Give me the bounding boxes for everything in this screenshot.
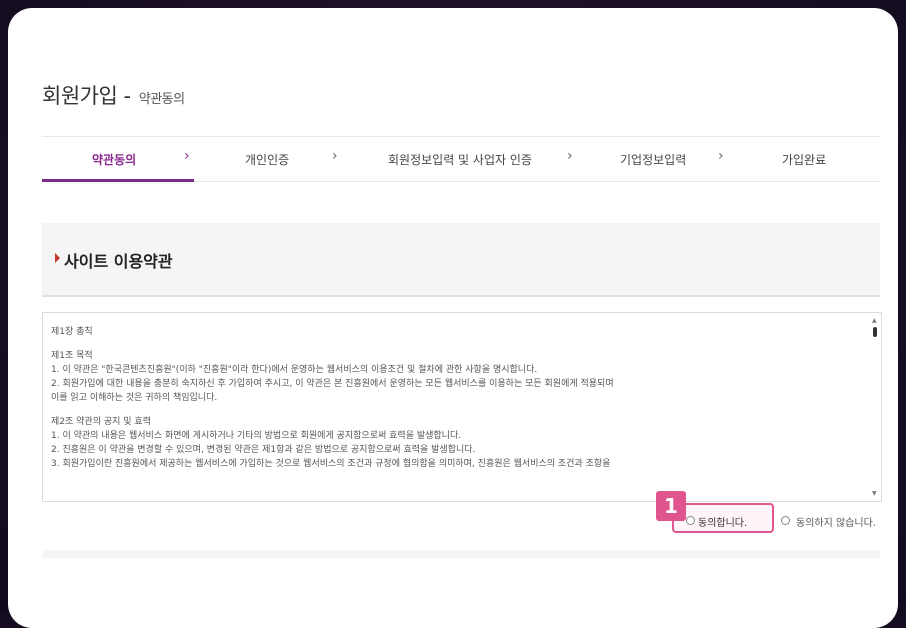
active-step-underline	[42, 179, 194, 182]
signup-steps: 약관동의 › 개인인증 › 회원정보입력 및 사업자 인증 › 기업정보입력 ›…	[42, 136, 880, 182]
terms-line: 2. 회원가입에 대한 내용을 충분히 숙지하신 후 가입하여 주시고, 이 약…	[51, 379, 614, 389]
terms-line: 2. 진흥원은 이 약관을 변경할 수 있으며, 변경된 약관은 제1항과 같은…	[51, 445, 476, 455]
terms-line: 1. 이 약관은 "한국콘텐츠진흥원"(이하 "진흥원"이라 한다)에서 운영하…	[51, 365, 538, 375]
agree-radio[interactable]	[686, 516, 695, 525]
chevron-right-icon: ›	[567, 148, 573, 164]
chevron-right-icon: ›	[718, 148, 724, 164]
terms-line: 3. 회원가입이란 진흥원에서 제공하는 웹서비스에 가입하는 것으로 웹서비스…	[51, 459, 611, 469]
page-title-text: 회원가입 -	[42, 84, 131, 108]
section-title: 사이트 이용약관	[64, 252, 173, 271]
step-member-info: 회원정보입력 및 사업자 인증	[388, 153, 532, 167]
scroll-up-icon[interactable]: ▲	[872, 317, 877, 324]
disagree-label[interactable]: 동의하지 않습니다.	[796, 514, 876, 529]
terms-line: 제1장 총칙	[51, 327, 93, 337]
terms-gap	[51, 405, 863, 415]
section-header: 사이트 이용약관	[42, 223, 880, 297]
scroll-down-icon[interactable]: ▼	[872, 490, 877, 497]
agree-label[interactable]: 동의합니다.	[698, 514, 747, 529]
terms-scrollbar[interactable]: ▲ ▼	[869, 313, 881, 501]
disagree-radio[interactable]	[781, 516, 790, 525]
terms-line: 1. 이 약관의 내용은 웹서비스 화면에 게시하거나 기타의 방법으로 회원에…	[51, 431, 462, 441]
triangle-marker-icon	[55, 253, 60, 263]
terms-gap	[51, 339, 863, 349]
terms-line: 이를 읽고 이해하는 것은 귀하의 책임입니다.	[51, 393, 218, 403]
page-title: 회원가입 - 약관동의	[42, 80, 185, 110]
terms-line: 제1조 목적	[51, 351, 93, 361]
step-identity-verification: 개인인증	[245, 153, 290, 167]
step-number-badge: 1	[656, 491, 686, 521]
chevron-right-icon: ›	[184, 148, 190, 164]
step-complete: 가입완료	[782, 153, 827, 167]
step-company-info: 기업정보입력	[620, 153, 687, 167]
bottom-divider	[42, 550, 880, 558]
chevron-right-icon: ›	[332, 148, 338, 164]
terms-text: 제1장 총칙 제1조 목적 1. 이 약관은 "한국콘텐츠진흥원"(이하 "진흥…	[51, 325, 863, 471]
terms-line: 제2조 약관의 공지 및 효력	[51, 417, 151, 427]
terms-textbox[interactable]: 제1장 총칙 제1조 목적 1. 이 약관은 "한국콘텐츠진흥원"(이하 "진흥…	[42, 312, 882, 502]
scroll-thumb[interactable]	[873, 327, 877, 337]
page-subtitle: 약관동의	[138, 92, 185, 107]
step-terms-agreement: 약관동의	[92, 153, 137, 167]
